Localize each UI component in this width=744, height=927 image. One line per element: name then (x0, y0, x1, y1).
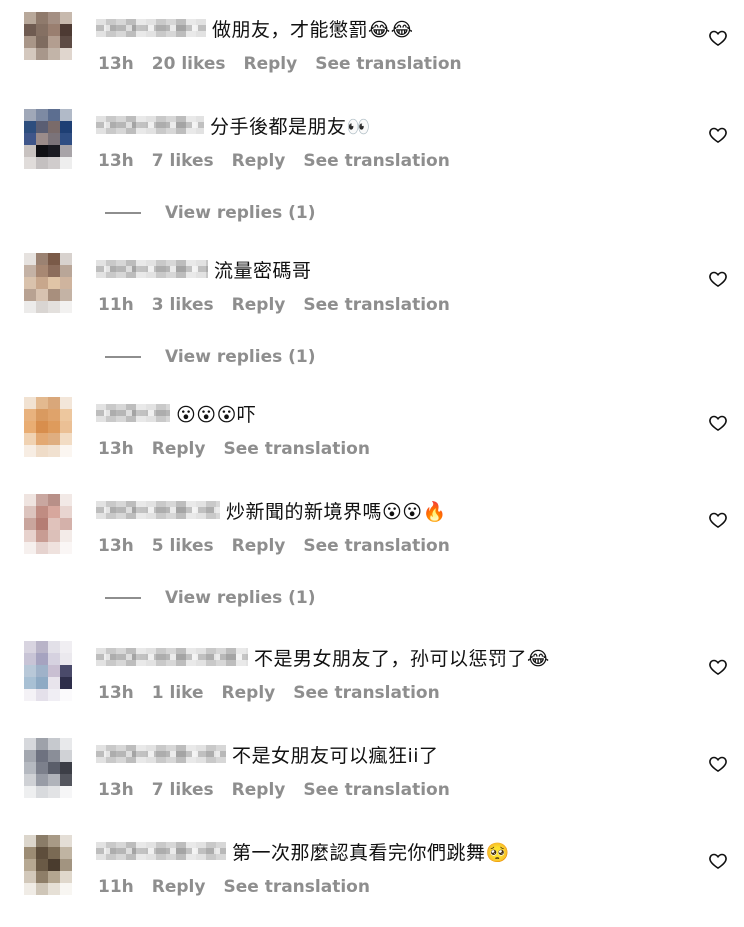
reply-button[interactable]: Reply (222, 683, 276, 703)
reply-button[interactable]: Reply (232, 295, 286, 315)
comment-meta: 13h Reply See translation (98, 437, 370, 461)
comment-item: 第一次那麼認真看完你們跳舞🥺 11h Reply See translation (0, 835, 744, 927)
comment-body: 不是女朋友可以瘋狂ii了 (96, 739, 439, 769)
timestamp: 11h (98, 877, 134, 897)
comment-item: 😮😮😮吓 13h Reply See translation (0, 397, 744, 489)
comment-body: 不是男女朋友了，孙可以惩罚了😂 (96, 642, 550, 672)
comment-item: 不是女朋友可以瘋狂ii了 13h 7 likes Reply See translati… (0, 738, 744, 830)
comment-body: 第一次那麼認真看完你們跳舞🥺 (96, 836, 510, 866)
see-translation-link[interactable]: See translation (315, 54, 461, 74)
like-heart-icon[interactable] (708, 657, 728, 677)
view-replies-button[interactable]: View replies (1) (105, 345, 316, 369)
comment-meta: 13h 7 likes Reply See translation (98, 778, 450, 802)
like-heart-icon[interactable] (708, 754, 728, 774)
avatar[interactable] (24, 835, 72, 895)
comment-text: 😮😮😮吓 (176, 403, 257, 426)
view-replies-label: View replies (1) (165, 203, 316, 223)
like-heart-icon[interactable] (708, 510, 728, 530)
view-replies-label: View replies (1) (165, 347, 316, 367)
replies-divider (105, 356, 141, 358)
avatar[interactable] (24, 641, 72, 701)
likes-count[interactable]: 7 likes (152, 780, 214, 800)
avatar[interactable] (24, 12, 72, 72)
see-translation-link[interactable]: See translation (303, 151, 449, 171)
reply-button[interactable]: Reply (232, 151, 286, 171)
comment-text: 第一次那麼認真看完你們跳舞🥺 (232, 841, 510, 864)
timestamp: 13h (98, 683, 134, 703)
avatar[interactable] (24, 494, 72, 554)
comment-text: 流量密碼哥 (214, 259, 312, 282)
likes-count[interactable]: 5 likes (152, 536, 214, 556)
comment-meta: 13h 1 like Reply See translation (98, 681, 440, 705)
comment-body: 炒新聞的新境界嗎😮😮🔥 (96, 495, 447, 525)
comment-item: 炒新聞的新境界嗎😮😮🔥 13h 5 likes Reply See translatio… (0, 494, 744, 634)
username-blurred[interactable] (96, 648, 248, 666)
username-blurred[interactable] (96, 260, 208, 278)
replies-divider (105, 597, 141, 599)
reply-button[interactable]: Reply (232, 536, 286, 556)
username-blurred[interactable] (96, 404, 170, 422)
comment-body: 分手後都是朋友👀 (96, 110, 371, 140)
comment-body: 流量密碼哥 (96, 254, 312, 284)
view-replies-button[interactable]: View replies (1) (105, 586, 316, 610)
likes-count[interactable]: 20 likes (152, 54, 226, 74)
reply-button[interactable]: Reply (232, 780, 286, 800)
comment-text: 做朋友，才能懲罰😂😂 (212, 18, 414, 41)
see-translation-link[interactable]: See translation (223, 439, 369, 459)
like-heart-icon[interactable] (708, 269, 728, 289)
like-heart-icon[interactable] (708, 125, 728, 145)
likes-count[interactable]: 3 likes (152, 295, 214, 315)
see-translation-link[interactable]: See translation (303, 536, 449, 556)
timestamp: 13h (98, 780, 134, 800)
avatar[interactable] (24, 109, 72, 169)
comment-text: 分手後都是朋友👀 (210, 115, 371, 138)
like-heart-icon[interactable] (708, 851, 728, 871)
see-translation-link[interactable]: See translation (303, 780, 449, 800)
reply-button[interactable]: Reply (244, 54, 298, 74)
timestamp: 11h (98, 295, 134, 315)
avatar[interactable] (24, 738, 72, 798)
comment-meta: 11h Reply See translation (98, 875, 370, 899)
username-blurred[interactable] (96, 842, 226, 860)
view-replies-button[interactable]: View replies (1) (105, 201, 316, 225)
avatar[interactable] (24, 253, 72, 313)
see-translation-link[interactable]: See translation (223, 877, 369, 897)
username-blurred[interactable] (96, 19, 206, 37)
timestamp: 13h (98, 54, 134, 74)
reply-button[interactable]: Reply (152, 877, 206, 897)
username-blurred[interactable] (96, 116, 204, 134)
comment-text: 不是男女朋友了，孙可以惩罚了😂 (254, 647, 550, 670)
reply-button[interactable]: Reply (152, 439, 206, 459)
see-translation-link[interactable]: See translation (293, 683, 439, 703)
likes-count[interactable]: 7 likes (152, 151, 214, 171)
see-translation-link[interactable]: See translation (303, 295, 449, 315)
like-heart-icon[interactable] (708, 28, 728, 48)
comment-body: 做朋友，才能懲罰😂😂 (96, 13, 413, 43)
comment-meta: 13h 5 likes Reply See translation (98, 534, 450, 558)
comment-meta: 13h 20 likes Reply See translation (98, 52, 462, 76)
replies-divider (105, 212, 141, 214)
comment-item: 做朋友，才能懲罰😂😂 13h 20 likes Reply See translatio… (0, 12, 744, 104)
username-blurred[interactable] (96, 501, 220, 519)
comment-text: 炒新聞的新境界嗎😮😮🔥 (226, 500, 447, 523)
username-blurred[interactable] (96, 745, 226, 763)
view-replies-label: View replies (1) (165, 588, 316, 608)
comment-meta: 11h 3 likes Reply See translation (98, 293, 450, 317)
comment-body: 😮😮😮吓 (96, 398, 256, 428)
comment-meta: 13h 7 likes Reply See translation (98, 149, 450, 173)
likes-count[interactable]: 1 like (152, 683, 204, 703)
timestamp: 13h (98, 536, 134, 556)
comment-item: 流量密碼哥 11h 3 likes Reply See translation View … (0, 253, 744, 393)
comment-item: 分手後都是朋友👀 13h 7 likes Reply See translation Vi… (0, 109, 744, 249)
comment-list: 做朋友，才能懲罰😂😂 13h 20 likes Reply See translatio… (0, 0, 744, 924)
timestamp: 13h (98, 439, 134, 459)
like-heart-icon[interactable] (708, 413, 728, 433)
comment-item: 不是男女朋友了，孙可以惩罚了😂 13h 1 like Reply See transla… (0, 641, 744, 733)
avatar[interactable] (24, 397, 72, 457)
comment-text: 不是女朋友可以瘋狂ii了 (232, 744, 439, 767)
timestamp: 13h (98, 151, 134, 171)
